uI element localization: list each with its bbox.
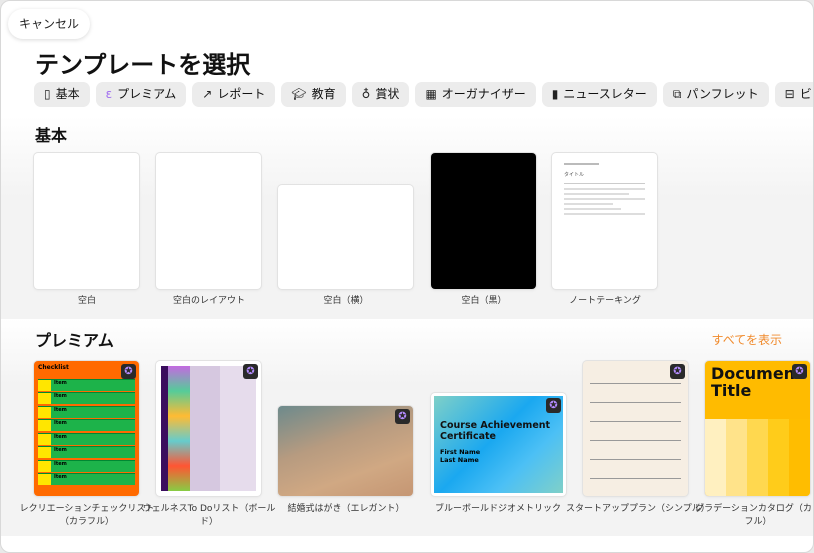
certificate-name: First Name Last Name bbox=[440, 448, 481, 464]
template-gradient-catalog[interactable]: Document Title ✪ bbox=[705, 361, 810, 496]
checklist-row: Item bbox=[38, 378, 135, 391]
tab-premium[interactable]: ε プレミアム bbox=[95, 82, 187, 107]
checklist-row: Item bbox=[38, 405, 135, 418]
checklist-row: Item bbox=[38, 459, 135, 472]
tab-label: 賞状 bbox=[375, 87, 400, 101]
tab-label: 教育 bbox=[311, 87, 336, 101]
calendar-icon: ▦ bbox=[425, 87, 437, 101]
premium-star-icon: ✪ bbox=[243, 364, 258, 379]
graduation-cap-icon: 🎓︎ bbox=[291, 87, 307, 101]
category-tabs: ▯ 基本 ε プレミアム ↗ レポート 🎓︎ 教育 ♁ 賞状 ▦ オーガナイザー ▮ ニュース… bbox=[34, 82, 813, 107]
tab-basic[interactable]: ▯ 基本 bbox=[34, 82, 90, 107]
template-label: ブルーボールドジオメトリック bbox=[434, 504, 561, 514]
award-icon: ♁ bbox=[361, 87, 371, 101]
template-label: 結婚式はがき（エレガント） bbox=[287, 504, 405, 514]
template-chooser-window: キャンセル テンプレートを選択 ▯ 基本 ε プレミアム ↗ レポート 🎓︎ 教育 ♁ 賞… bbox=[0, 0, 814, 553]
checklist-item: Item bbox=[51, 433, 135, 445]
checklist-item: Item bbox=[51, 474, 135, 485]
template-note-taking[interactable]: タイトル bbox=[552, 153, 657, 289]
template-blank[interactable] bbox=[34, 153, 139, 289]
checklist-item: Item bbox=[51, 460, 135, 472]
tab-education[interactable]: 🎓︎ 教育 bbox=[281, 82, 346, 107]
note-title: タイトル bbox=[564, 172, 585, 178]
tab-label: レポート bbox=[217, 87, 266, 101]
template-recreation-checklist[interactable]: Checklist Item Item Item Item Item Item Item It… bbox=[34, 361, 139, 496]
checklist-row: Item bbox=[38, 446, 135, 458]
template-label: 空白 bbox=[77, 296, 96, 306]
template-blank-layout[interactable] bbox=[156, 153, 261, 289]
template-wedding-card[interactable]: ✪ bbox=[278, 406, 413, 496]
template-label: 空白のレイアウト bbox=[172, 296, 245, 306]
tab-reports[interactable]: ↗ レポート bbox=[192, 82, 276, 107]
tab-label: ニュースレター bbox=[563, 87, 647, 101]
tab-label: ビ bbox=[799, 87, 812, 101]
premium-section: プレミアム すべてを表示 Checklist Item Item Item Item I… bbox=[1, 319, 814, 536]
tab-label: 基本 bbox=[55, 87, 80, 101]
briefcase-icon: ⊟ bbox=[784, 87, 795, 101]
tab-label: プレミアム bbox=[117, 87, 177, 101]
tab-newsletters[interactable]: ▮ ニュースレター bbox=[541, 82, 657, 107]
brochure-icon: ⧉ bbox=[672, 87, 682, 101]
premium-star-icon: ✪ bbox=[670, 364, 685, 379]
certificate-title: Course Achievement Certificate bbox=[440, 420, 551, 442]
checklist-row: Item bbox=[38, 432, 135, 445]
checklist-item: Item bbox=[51, 379, 135, 391]
checklist-item: Item bbox=[51, 393, 135, 404]
tab-brochures[interactable]: ⧉ パンフレット bbox=[662, 82, 769, 107]
see-all-link[interactable]: すべてを表示 bbox=[712, 331, 782, 348]
template-label: グラデーションカタログ（カラフル） bbox=[695, 504, 814, 527]
checklist-row: Item bbox=[38, 473, 135, 485]
template-label: 空白（黒） bbox=[461, 296, 507, 306]
template-label: ウェルネスTo Doリスト（ボールド） bbox=[142, 504, 276, 527]
section-heading: プレミアム bbox=[35, 331, 114, 350]
template-label: 空白（横） bbox=[323, 296, 369, 306]
tab-label: オーガナイザー bbox=[441, 87, 526, 101]
premium-star-icon: ✪ bbox=[121, 364, 136, 379]
checklist-item: Item bbox=[51, 447, 135, 458]
template-startup-plan[interactable]: ✪ bbox=[583, 361, 688, 496]
tab-certificates[interactable]: ♁ 賞状 bbox=[351, 82, 410, 107]
document-icon: ▯ bbox=[44, 87, 51, 101]
template-blue-bold-geometric[interactable]: Course Achievement Certificate First Nam… bbox=[431, 393, 566, 496]
checklist-item: Item bbox=[51, 406, 135, 418]
chart-line-icon: ↗ bbox=[202, 87, 213, 101]
section-heading: 基本 bbox=[35, 126, 68, 145]
checklist-row: Item bbox=[38, 419, 135, 431]
premium-icon: ε bbox=[105, 87, 113, 101]
premium-star-icon: ✪ bbox=[546, 398, 561, 413]
cancel-button[interactable]: キャンセル bbox=[8, 9, 91, 39]
tab-business[interactable]: ⊟ ビ bbox=[774, 82, 813, 107]
tab-organizers[interactable]: ▦ オーガナイザー bbox=[415, 82, 536, 107]
tab-label: パンフレット bbox=[686, 87, 759, 101]
checklist-row: Item bbox=[38, 392, 135, 404]
template-label: ノートテーキング bbox=[569, 296, 641, 306]
premium-star-icon: ✪ bbox=[792, 364, 807, 379]
template-label: レクリエーションチェックリスト（カラフル） bbox=[19, 504, 155, 527]
template-wellness-todo[interactable]: ✪ bbox=[156, 361, 261, 496]
premium-star-icon: ✪ bbox=[395, 409, 410, 424]
page-title: テンプレートを選択 bbox=[35, 51, 251, 79]
basic-section: 基本 タイトル 空白 空白のレイアウト 空白（横） 空白（黒） ノートテーキング bbox=[1, 116, 813, 319]
template-label: スタートアッププラン（シンプル） bbox=[566, 504, 710, 514]
template-blank-landscape[interactable] bbox=[278, 185, 413, 289]
template-blank-black[interactable] bbox=[431, 153, 536, 289]
newsletter-icon: ▮ bbox=[551, 87, 559, 101]
checklist-item: Item bbox=[51, 420, 135, 431]
